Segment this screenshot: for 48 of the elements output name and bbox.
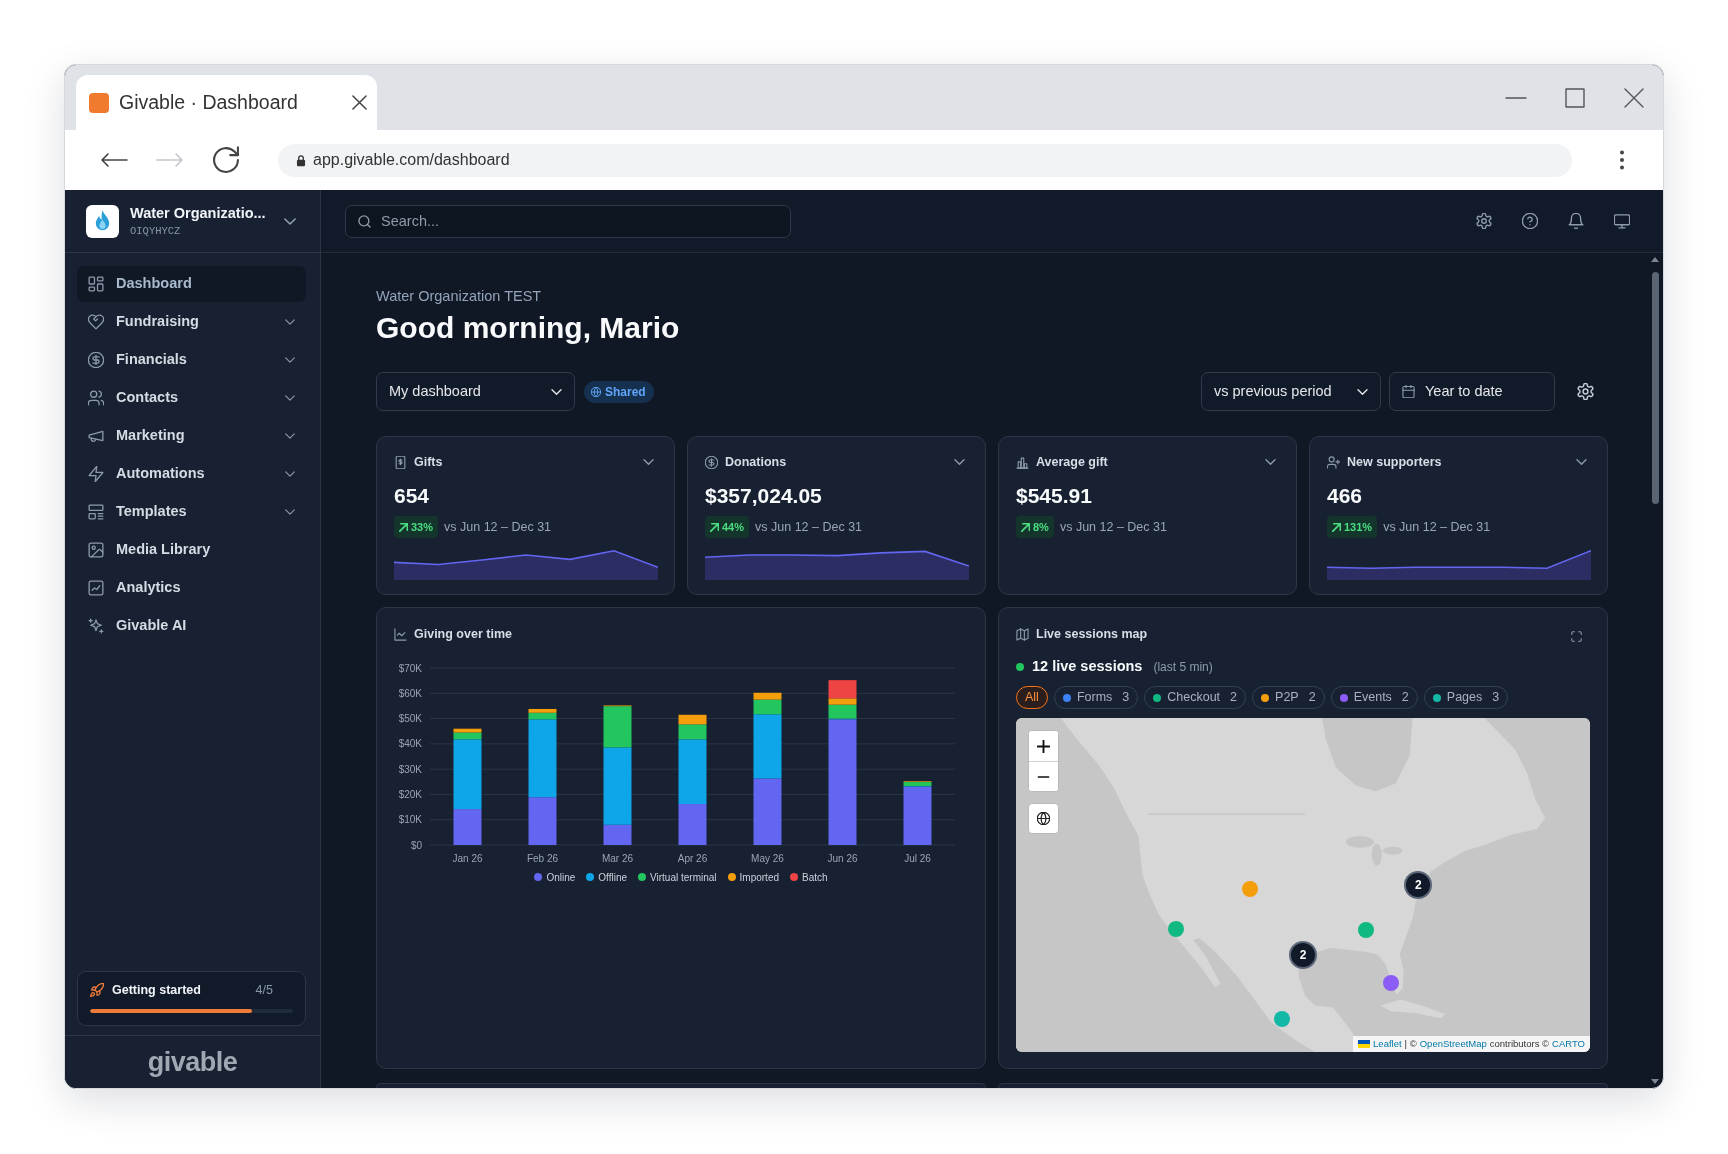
page-heading: Good morning, Mario [376, 310, 681, 346]
legend-label: Offline [598, 870, 628, 885]
organization-subtitle: Water Organization TEST [376, 287, 543, 305]
x-axis-label: May 26 [751, 853, 784, 864]
progress-count: 4/5 [255, 982, 273, 999]
comparison-period: vs Jun 12 – Dec 31 [1059, 518, 1167, 536]
kpi-value: 466 [1327, 483, 1364, 509]
trend-percent: 8% [1033, 519, 1049, 535]
y-axis-label: $40K [398, 738, 422, 750]
legend-label: Imported [739, 870, 779, 885]
kpi-title: Donations [725, 453, 787, 471]
live-sessions-count: 12 live sessions [1032, 657, 1143, 677]
y-axis-label: $60K [398, 687, 422, 699]
trend-percent: 44% [722, 519, 745, 535]
y-axis-label: $70K [398, 662, 422, 674]
organization-name: Water Organizatio... [130, 204, 266, 222]
y-axis-label: $0 [410, 839, 422, 851]
legend-label: Batch [802, 870, 828, 885]
x-axis-label: Apr 26 [677, 853, 708, 864]
x-axis-label: Jun 26 [827, 853, 858, 864]
y-axis-label: $20K [398, 788, 422, 800]
organization-code: OIQYHYCZ [130, 224, 182, 238]
x-axis-label: Feb 26 [526, 853, 559, 864]
kpi-value: $357,024.05 [705, 483, 823, 509]
comparison-period: vs Jun 12 – Dec 31 [1383, 518, 1491, 536]
trend-percent: 131% [1344, 519, 1373, 535]
kpi-title: New supporters [1347, 453, 1442, 471]
shared-label: Shared [605, 383, 646, 401]
legend-label: Virtual terminal [650, 870, 717, 885]
comparison-period: vs Jun 12 – Dec 31 [444, 518, 552, 536]
kpi-title: Average gift [1036, 453, 1108, 471]
getting-started-label: Getting started [112, 982, 201, 999]
x-axis-label: Jul 26 [904, 853, 931, 864]
kpi-value: $545.91 [1016, 483, 1093, 509]
brand-logo: givable [147, 1047, 238, 1077]
map-title: Live sessions map [1036, 625, 1148, 643]
y-axis-label: $50K [398, 713, 422, 725]
comparison-period: vs Jun 12 – Dec 31 [755, 518, 863, 536]
time-window: (last 5 min) [1153, 658, 1213, 676]
y-axis-label: $30K [398, 763, 422, 775]
legend-label: Online [546, 870, 576, 885]
y-axis-label: $10K [398, 814, 422, 826]
kpi-value: 654 [394, 483, 431, 509]
x-axis-label: Jan 26 [452, 853, 483, 864]
trend-percent: 33% [411, 519, 434, 535]
chart-title: Giving over time [414, 625, 512, 643]
x-axis-label: Mar 26 [601, 853, 634, 864]
kpi-title: Gifts [414, 453, 443, 471]
